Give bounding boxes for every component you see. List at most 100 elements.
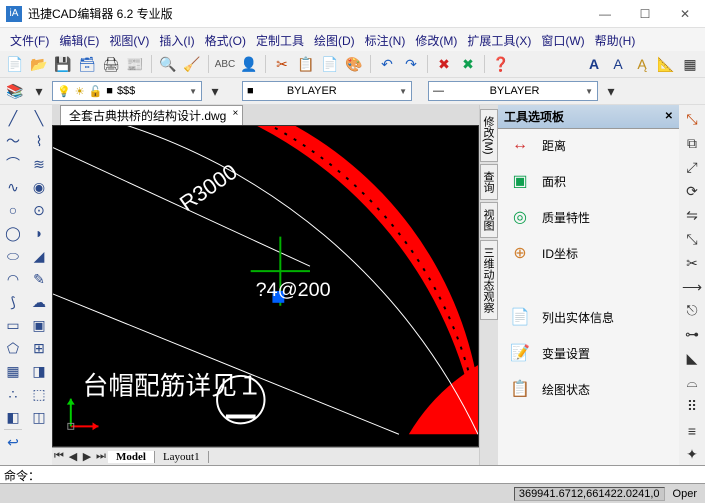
move-icon[interactable]: ⤡ bbox=[681, 109, 703, 130]
menu-modify[interactable]: 修改(M) bbox=[411, 30, 461, 51]
match-icon[interactable]: 🎨 bbox=[343, 53, 365, 75]
xline-icon[interactable]: ╲ bbox=[28, 107, 50, 129]
new-icon[interactable]: 📄 bbox=[4, 53, 26, 75]
menu-edit[interactable]: 编辑(E) bbox=[55, 30, 103, 51]
palette-item-status[interactable]: 📋绘图状态 bbox=[502, 377, 675, 401]
cut-icon[interactable]: ✂ bbox=[271, 53, 293, 75]
menu-insert[interactable]: 插入(I) bbox=[155, 30, 198, 51]
arc-icon[interactable]: ⌒ bbox=[2, 153, 24, 175]
linetype-combo[interactable]: — BYLAYER ▼ bbox=[428, 81, 598, 101]
palette-item-id[interactable]: ⊕ID坐标 bbox=[502, 241, 675, 265]
arc2-icon[interactable]: ◠ bbox=[2, 268, 24, 290]
menu-format[interactable]: 格式(O) bbox=[201, 30, 250, 51]
rotate-icon[interactable]: ⟳ bbox=[681, 181, 703, 202]
region-icon[interactable]: ▣ bbox=[28, 314, 50, 336]
menu-window[interactable]: 窗口(W) bbox=[537, 30, 588, 51]
vtab-inquiry[interactable]: 查询 bbox=[480, 164, 498, 200]
layout1-tab[interactable]: Layout1 bbox=[155, 451, 209, 463]
purge-icon[interactable]: 🧹 bbox=[181, 53, 203, 75]
palette-item-mass[interactable]: ◎质量特性 bbox=[502, 205, 675, 229]
scale-icon[interactable]: ⤡ bbox=[681, 229, 703, 250]
mirror-icon[interactable]: ⇋ bbox=[681, 205, 703, 226]
chamfer-icon[interactable]: ◣ bbox=[681, 348, 703, 369]
polyline-icon[interactable]: 〜 bbox=[2, 130, 24, 152]
layer-combo[interactable]: 💡☀🔓■ $$$ ▼ bbox=[52, 81, 202, 101]
explode-icon[interactable]: ✦ bbox=[681, 444, 703, 465]
ellipse-icon[interactable]: ⬭ bbox=[2, 245, 24, 267]
palette-item-list[interactable]: 📄列出实体信息 bbox=[502, 305, 675, 329]
circle2-icon[interactable]: ◯ bbox=[2, 222, 24, 244]
menu-file[interactable]: 文件(F) bbox=[6, 30, 53, 51]
mline-icon[interactable]: ≋ bbox=[28, 153, 50, 175]
palette-item-setvar[interactable]: 📝变量设置 bbox=[502, 341, 675, 365]
vtab-modify[interactable]: 修改(M) bbox=[480, 109, 498, 162]
layer-dd-icon[interactable]: ▾ bbox=[28, 80, 50, 102]
minimize-button[interactable]: — bbox=[585, 0, 625, 28]
layer-tool-icon[interactable]: ▾ bbox=[204, 80, 226, 102]
boundary-icon[interactable]: ⬚ bbox=[28, 383, 50, 405]
line-icon[interactable]: ╱ bbox=[2, 107, 24, 129]
palette-item-area[interactable]: ▣面积 bbox=[502, 169, 675, 193]
textstyle-a3-icon[interactable]: Ą bbox=[631, 53, 653, 75]
circle3-icon[interactable]: ⊙ bbox=[28, 199, 50, 221]
point-icon[interactable]: ∴ bbox=[2, 383, 24, 405]
return-icon[interactable]: ↩ bbox=[2, 431, 24, 453]
color-combo[interactable]: ■ BYLAYER ▼ bbox=[242, 81, 412, 101]
audit-icon[interactable]: 👤 bbox=[238, 53, 260, 75]
tab-nav-last[interactable]: ⏭ bbox=[94, 450, 108, 463]
dimstyle-icon[interactable]: 📐 bbox=[655, 53, 677, 75]
undo-icon[interactable]: ↶ bbox=[376, 53, 398, 75]
preview-icon[interactable]: 📰 bbox=[124, 53, 146, 75]
curve-icon[interactable]: ⟆ bbox=[2, 291, 24, 313]
drawing-canvas[interactable]: R3000 ?4@200 台帽配筋详见１ bbox=[52, 125, 479, 447]
redo-icon[interactable]: ↷ bbox=[400, 53, 422, 75]
open-icon[interactable]: 📂 bbox=[28, 53, 50, 75]
find-icon[interactable]: 🔍 bbox=[157, 53, 179, 75]
model-tab[interactable]: Model bbox=[108, 451, 155, 463]
hatch-icon[interactable]: ▦ bbox=[2, 360, 24, 382]
trim-icon[interactable]: ✂ bbox=[681, 253, 703, 274]
sketch-icon[interactable]: ✎ bbox=[28, 268, 50, 290]
array-icon[interactable]: ⠿ bbox=[681, 396, 703, 417]
tab-nav-first[interactable]: ⏮ bbox=[52, 450, 66, 463]
wipeout-icon[interactable]: ◫ bbox=[28, 406, 50, 428]
erase-green-icon[interactable]: ✖ bbox=[457, 53, 479, 75]
document-tab[interactable]: 全套古典拱桥的结构设计.dwg × bbox=[60, 105, 243, 125]
tab-nav-next[interactable]: ▶ bbox=[80, 450, 94, 463]
spline-icon[interactable]: ∿ bbox=[2, 176, 24, 198]
erase-red-icon[interactable]: ✖ bbox=[433, 53, 455, 75]
palette-item-distance[interactable]: ↔距离 bbox=[502, 133, 675, 157]
menu-view[interactable]: 视图(V) bbox=[105, 30, 153, 51]
table-icon[interactable]: ⊞ bbox=[28, 337, 50, 359]
wedge-icon[interactable]: ◢ bbox=[28, 245, 50, 267]
circle-icon[interactable]: ○ bbox=[2, 199, 24, 221]
paste-icon[interactable]: 📄 bbox=[319, 53, 341, 75]
fillet-icon[interactable]: ⌓ bbox=[681, 372, 703, 393]
rectangle-icon[interactable]: ▭ bbox=[2, 314, 24, 336]
status-mode[interactable]: Oper bbox=[669, 488, 701, 500]
extend-icon[interactable]: ⟶ bbox=[681, 277, 703, 298]
save-icon[interactable]: 💾 bbox=[52, 53, 74, 75]
menu-extended-tools[interactable]: 扩展工具(X) bbox=[463, 30, 535, 51]
break-icon[interactable]: ⎋ bbox=[681, 301, 703, 322]
copy2-icon[interactable]: ⧉ bbox=[681, 133, 703, 154]
revcloud-icon[interactable]: ☁ bbox=[28, 291, 50, 313]
print-icon[interactable]: 🖨 bbox=[100, 53, 122, 75]
palette-close-icon[interactable]: ✕ bbox=[665, 111, 673, 122]
textstyle-a2-icon[interactable]: A bbox=[607, 53, 629, 75]
block-icon[interactable]: ◧ bbox=[2, 406, 24, 428]
spell-icon[interactable]: ABC bbox=[214, 53, 236, 75]
maximize-button[interactable]: ☐ bbox=[625, 0, 665, 28]
offset-icon[interactable]: ≡ bbox=[681, 420, 703, 441]
gradient-icon[interactable]: ◨ bbox=[28, 360, 50, 382]
menu-help[interactable]: 帮助(H) bbox=[591, 30, 640, 51]
stretch-icon[interactable]: ⤢ bbox=[681, 157, 703, 178]
command-line[interactable]: 命令： bbox=[0, 465, 705, 483]
ellipse2-icon[interactable]: ◗ bbox=[28, 222, 50, 244]
linetype-tool-icon[interactable]: ▾ bbox=[600, 80, 622, 102]
tab-close-icon[interactable]: × bbox=[233, 108, 239, 119]
ray-icon[interactable]: ⌇ bbox=[28, 130, 50, 152]
join-icon[interactable]: ⊶ bbox=[681, 324, 703, 345]
copy-icon[interactable]: 📋 bbox=[295, 53, 317, 75]
status-coordinates[interactable]: 369941.6712,661422.0241,0 bbox=[514, 487, 665, 501]
